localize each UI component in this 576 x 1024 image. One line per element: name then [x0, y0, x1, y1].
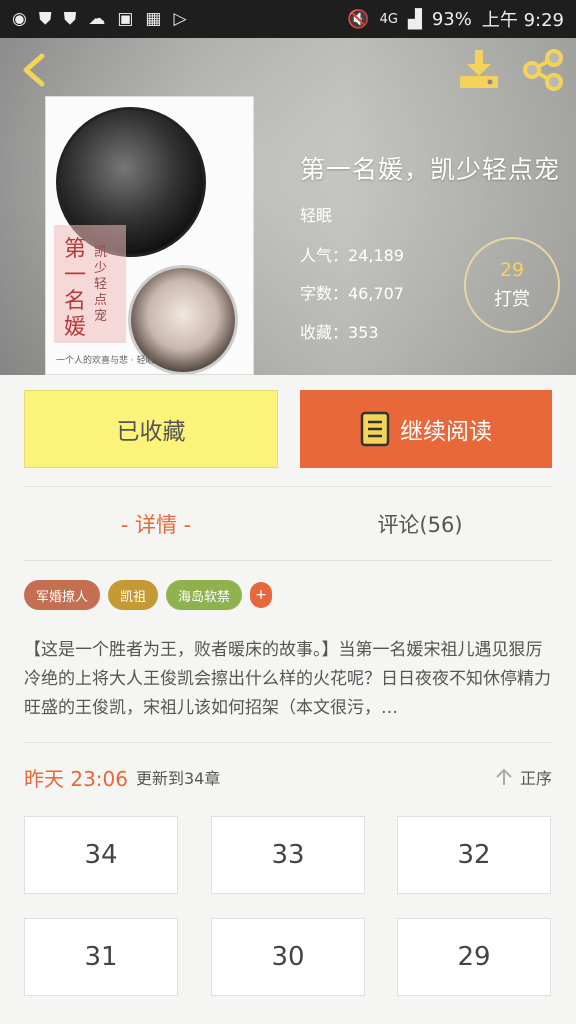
book-author[interactable]: 轻眠 — [300, 202, 332, 226]
word-count-stat: 字数：46,707 — [300, 284, 404, 303]
chapter-button[interactable]: 32 — [397, 816, 551, 894]
divider — [24, 486, 552, 487]
collected-label: 已收藏 — [116, 419, 186, 445]
tip-label: 打赏 — [494, 289, 530, 310]
divider — [24, 560, 552, 561]
clock: 上午 9:29 — [481, 10, 564, 31]
tag-item[interactable]: 海岛软禁 — [166, 580, 243, 610]
bag-icon: ▣ — [117, 8, 134, 29]
tag-item[interactable]: 凯祖 — [108, 580, 159, 610]
cover-footer: 一个人的欢喜与悲 · 轻眠 — [56, 356, 155, 366]
notification-icons: ◉ ⛊ ⛊ ☁ ▣ ▦ ▷ — [12, 8, 187, 29]
chapter-button[interactable]: 29 — [397, 918, 551, 996]
book-description[interactable]: 【这是一个胜者为王，败者暖床的故事。】当第一名媛宋祖儿遇见狠厉冷绝的上将大人王俊… — [24, 636, 554, 723]
cover-title: 第一名媛 — [64, 237, 87, 340]
shield-icon: ⛊ — [38, 8, 52, 29]
cover-subtitle: 凯少轻点宠 — [94, 245, 108, 324]
battery-label: 93% — [431, 8, 472, 30]
tag-item[interactable]: 军婚撩人 — [24, 580, 101, 610]
chapter-button[interactable]: 31 — [24, 918, 178, 996]
book-icon — [360, 411, 390, 447]
continue-reading-label: 继续阅读 — [400, 419, 492, 445]
mute-icon: 🔇 — [347, 8, 370, 30]
tip-count: 29 — [499, 259, 525, 281]
sort-label: 正序 — [519, 769, 552, 788]
weibo-icon: ◉ — [12, 8, 27, 29]
arrow-up-icon — [496, 768, 512, 785]
back-icon[interactable] — [14, 50, 54, 90]
chapter-button[interactable]: 33 — [211, 816, 365, 894]
book-cover: 第一名媛 凯少轻点宠 一个人的欢喜与悲 · 轻眠 — [45, 96, 254, 375]
divider — [24, 742, 552, 743]
network-label: 4G — [379, 11, 398, 27]
tab-comments[interactable]: 评论(56) — [288, 502, 552, 546]
signal-icon: ▟ — [407, 8, 422, 30]
weather-icon: ☁ — [88, 8, 106, 29]
favorites-stat: 收藏：353 — [300, 323, 379, 342]
continue-reading-button[interactable]: 继续阅读 — [300, 390, 552, 468]
tag-list: 军婚撩人 凯祖 海岛软禁 + — [24, 580, 273, 610]
download-icon[interactable] — [456, 48, 502, 92]
chapter-button[interactable]: 34 — [24, 816, 178, 894]
add-tag-button[interactable]: + — [250, 582, 273, 608]
book-header: 第一名媛 凯少轻点宠 一个人的欢喜与悲 · 轻眠 第一名媛，凯少轻点宠 轻眠 人… — [0, 38, 576, 375]
book-title: 第一名媛，凯少轻点宠 — [300, 155, 561, 184]
play-store-icon: ▷ — [173, 8, 187, 29]
tip-button[interactable]: 29 打赏 — [464, 237, 560, 333]
tab-details[interactable]: - 详情 - — [24, 502, 288, 546]
update-time: 昨天 23:06 — [24, 766, 128, 791]
popularity-stat: 人气：24,189 — [300, 246, 404, 265]
sort-toggle[interactable]: 正序 — [494, 765, 552, 789]
collected-button[interactable]: 已收藏 — [24, 390, 278, 468]
chapter-button[interactable]: 30 — [211, 918, 365, 996]
update-text: 更新到34章 — [136, 769, 221, 788]
status-bar: ◉ ⛊ ⛊ ☁ ▣ ▦ ▷ 🔇 4G ▟ 93% 上午 9:29 — [0, 0, 576, 38]
update-info: 昨天 23:06 更新到34章 正序 — [24, 760, 552, 794]
app-icon: ▦ — [145, 8, 162, 29]
share-icon[interactable] — [520, 48, 566, 92]
shield-icon: ⛊ — [63, 8, 77, 29]
